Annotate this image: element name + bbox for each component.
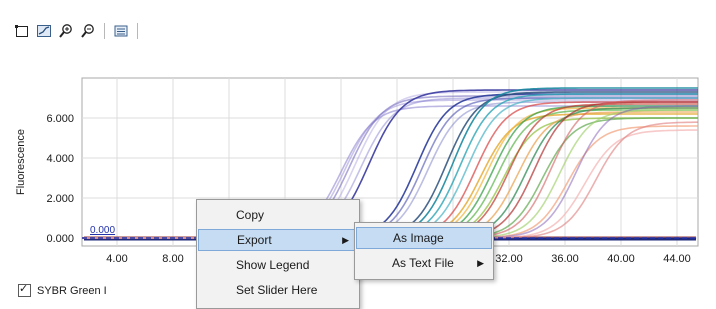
menu-item-set-slider[interactable]: Set Slider Here: [198, 279, 358, 301]
submenu-item-as-image[interactable]: As Image: [356, 227, 492, 249]
series-checkbox[interactable]: [18, 282, 31, 297]
chart-toolbar: [12, 20, 142, 42]
menu-item-label: Copy: [236, 208, 265, 222]
submenu-arrow-icon: ▶: [342, 234, 349, 245]
submenu-arrow-icon: ▶: [477, 257, 484, 268]
context-menu: Copy Export ▶ Show Legend Set Slider Her…: [196, 199, 360, 309]
series-label: SYBR Green I: [37, 284, 107, 297]
zoom-out-icon[interactable]: [78, 21, 98, 41]
menu-item-copy[interactable]: Copy: [198, 204, 358, 226]
x-tick-label: 44.00: [663, 253, 691, 265]
y-tick-label: 0.000: [46, 233, 74, 245]
toolbar-separator: [137, 23, 138, 39]
menu-item-label: Set Slider Here: [236, 283, 318, 297]
toolbar-separator: [104, 23, 105, 39]
menu-item-label: Show Legend: [236, 258, 310, 272]
zoom-in-icon[interactable]: [56, 21, 76, 41]
y-tick-label: 2.000: [46, 193, 74, 205]
chart-icon[interactable]: [34, 21, 54, 41]
table-icon[interactable]: [111, 21, 131, 41]
menu-item-show-legend[interactable]: Show Legend: [198, 254, 358, 276]
x-tick-label: 4.00: [106, 253, 127, 265]
select-icon[interactable]: [12, 21, 32, 41]
submenu-item-as-text-file[interactable]: As Text File ▶: [356, 252, 492, 274]
y-axis-label: Fluorescence: [15, 129, 27, 195]
submenu-item-label: As Image: [393, 231, 444, 245]
export-submenu: As Image As Text File ▶: [354, 222, 494, 280]
x-tick-label: 32.00: [495, 253, 523, 265]
menu-item-export[interactable]: Export ▶: [198, 229, 358, 251]
y-tick-label: 4.000: [46, 153, 74, 165]
x-tick-label: 36.00: [551, 253, 579, 265]
legend: SYBR Green I: [18, 282, 107, 297]
submenu-item-label: As Text File: [392, 256, 454, 270]
menu-item-label: Export: [237, 233, 272, 247]
threshold-label: 0.000: [90, 225, 115, 236]
y-tick-label: 6.000: [46, 113, 74, 125]
x-tick-label: 8.00: [162, 253, 183, 265]
x-tick-label: 40.00: [607, 253, 635, 265]
